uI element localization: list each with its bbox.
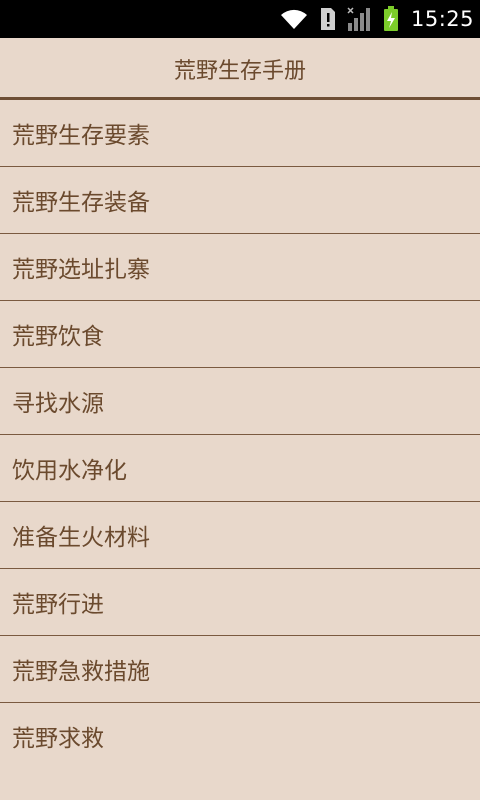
list-item-food[interactable]: 荒野饮食 (0, 301, 480, 368)
status-bar: 15:25 (0, 0, 480, 38)
list-item-label: 荒野生存要素 (12, 123, 150, 149)
menu-list: 荒野生存要素 荒野生存装备 荒野选址扎寨 荒野饮食 寻找水源 饮用水净化 准备生… (0, 100, 480, 769)
list-item-distress-signal[interactable]: 荒野求救 (0, 703, 480, 769)
app-header: 荒野生存手册 (0, 38, 480, 98)
list-item-survival-essentials[interactable]: 荒野生存要素 (0, 100, 480, 167)
list-item-survival-gear[interactable]: 荒野生存装备 (0, 167, 480, 234)
wifi-icon (279, 0, 309, 38)
list-item-label: 准备生火材料 (12, 525, 150, 551)
status-time: 15:25 (410, 7, 474, 31)
battery-charging-icon (383, 0, 399, 38)
page-title: 荒野生存手册 (173, 59, 306, 84)
list-item-label: 饮用水净化 (12, 458, 127, 484)
list-item-label: 荒野行进 (12, 592, 104, 618)
signal-icon (347, 0, 373, 38)
list-item-label: 荒野求救 (12, 726, 104, 752)
list-item-campsite[interactable]: 荒野选址扎寨 (0, 234, 480, 301)
sim-alert-icon (319, 0, 337, 38)
list-item-label: 荒野选址扎寨 (12, 257, 150, 283)
list-item-fire-materials[interactable]: 准备生火材料 (0, 502, 480, 569)
list-item-label: 荒野急救措施 (12, 659, 150, 685)
list-item-label: 荒野饮食 (12, 324, 104, 350)
list-item-travel[interactable]: 荒野行进 (0, 569, 480, 636)
list-item-first-aid[interactable]: 荒野急救措施 (0, 636, 480, 703)
list-item-label: 荒野生存装备 (12, 190, 150, 216)
list-item-water-purification[interactable]: 饮用水净化 (0, 435, 480, 502)
list-item-label: 寻找水源 (12, 391, 104, 417)
list-item-find-water[interactable]: 寻找水源 (0, 368, 480, 435)
